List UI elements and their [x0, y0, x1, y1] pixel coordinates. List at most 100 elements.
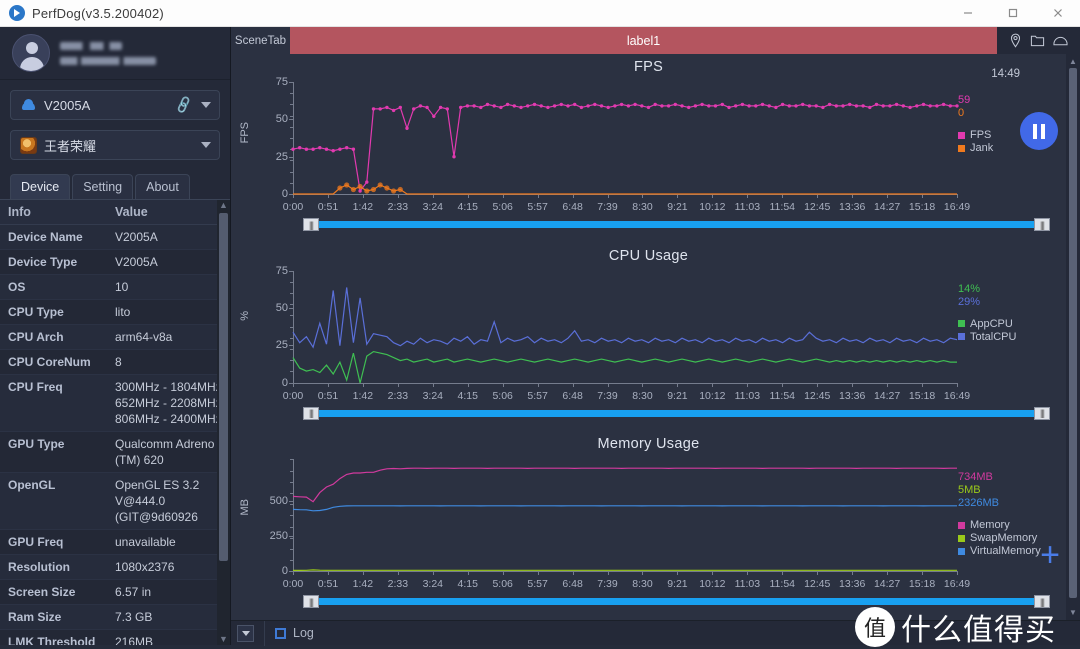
- series-point: [928, 104, 932, 108]
- device-select[interactable]: V2005A 🔗: [10, 90, 220, 120]
- series-point: [492, 104, 496, 108]
- device-info-table-wrap: Info Value Device Name V2005A Device Type V…: [0, 199, 230, 645]
- app-select-tail: [201, 142, 211, 148]
- log-checkbox[interactable]: [275, 627, 286, 639]
- table-cell-info: CPU CoreNum: [0, 349, 107, 375]
- add-chart-button[interactable]: +: [1040, 538, 1060, 572]
- maximize-button[interactable]: [990, 0, 1035, 27]
- scroll-up-arrow[interactable]: ▲: [219, 200, 228, 211]
- scrollbar-left-grip[interactable]: |||: [303, 218, 319, 231]
- log-label: Log: [293, 626, 314, 640]
- legend-value-memory: 734MB: [958, 471, 993, 484]
- scrollbar-left-grip[interactable]: |||: [303, 595, 319, 609]
- series-line-memory: [292, 467, 957, 503]
- scrollbar-right-grip[interactable]: |||: [1034, 595, 1050, 609]
- table-row[interactable]: Ram Size 7.3 GB: [0, 604, 230, 630]
- close-button[interactable]: [1035, 0, 1080, 27]
- series-point: [935, 104, 939, 108]
- device-info-rows: Device Name V2005A Device Type V2005A OS 10 CP…: [0, 224, 230, 645]
- table-row[interactable]: Screen Size 6.57 in: [0, 579, 230, 605]
- series-point: [298, 146, 302, 150]
- table-cell-info: CPU Arch: [0, 324, 107, 350]
- table-row[interactable]: OpenGL OpenGL ES 3.2 V@444.0 (GIT@9d60926: [0, 472, 230, 530]
- log-checkbox-row[interactable]: Log: [275, 626, 314, 640]
- series-point: [472, 104, 476, 108]
- series-point: [398, 105, 402, 110]
- legend-swatch: [958, 333, 965, 341]
- minimize-button[interactable]: [945, 0, 990, 27]
- series-point: [640, 104, 644, 108]
- sidebar-scrollbar[interactable]: ▲ ▼: [217, 200, 230, 645]
- table-row[interactable]: LMK Threshold 216MB: [0, 629, 230, 645]
- series-point: [941, 102, 946, 107]
- table-row[interactable]: CPU CoreNum 8: [0, 349, 230, 375]
- pause-button[interactable]: [1020, 112, 1058, 150]
- charts-scroll-down-arrow[interactable]: ▼: [1069, 608, 1077, 617]
- scrollbar-left-grip[interactable]: |||: [303, 406, 319, 420]
- label-tab[interactable]: label1: [290, 27, 997, 54]
- tab-device[interactable]: Device: [10, 174, 71, 199]
- user-profile[interactable]: [0, 27, 230, 80]
- series-point: [619, 102, 624, 107]
- charts-scrollbar[interactable]: ▲ ▼: [1066, 54, 1080, 620]
- table-row[interactable]: GPU Type Qualcomm Adreno (TM) 620: [0, 431, 230, 473]
- tab-about[interactable]: About: [135, 174, 190, 199]
- jank-point: [391, 188, 397, 194]
- app-select[interactable]: 王者荣耀: [10, 130, 220, 160]
- series-point: [485, 102, 490, 107]
- scrollbar-thumb[interactable]: [219, 213, 228, 561]
- scrollbar-fill[interactable]: [313, 598, 1040, 606]
- legend-swatch: [958, 521, 965, 529]
- chevron-down-icon[interactable]: [201, 102, 211, 108]
- jank-point: [370, 186, 377, 193]
- table-row[interactable]: Device Name V2005A: [0, 224, 230, 250]
- tab-setting[interactable]: Setting: [72, 174, 134, 199]
- usb-link-icon[interactable]: 🔗: [174, 95, 195, 116]
- charts-column: FPS FPS 0 25 50 75 0:00 0:51 1:42 2:33 3:24 4:15 5:0…: [231, 54, 1066, 620]
- chart-horizontal-scrollbar[interactable]: ||| |||: [303, 218, 1050, 231]
- chart-horizontal-scrollbar[interactable]: ||| |||: [303, 595, 1050, 609]
- series-point: [801, 102, 805, 107]
- charts-scroll-up-arrow[interactable]: ▲: [1069, 57, 1077, 66]
- scrollbar-fill[interactable]: [313, 221, 1040, 228]
- series-point: [378, 107, 382, 111]
- charts-scrollbar-thumb[interactable]: [1069, 68, 1077, 598]
- series-point: [552, 104, 557, 108]
- table-cell-value: 8: [107, 349, 230, 375]
- scrollbar-right-grip[interactable]: |||: [1034, 218, 1050, 231]
- chevron-down-icon[interactable]: [201, 142, 211, 148]
- table-cell-value: 7.3 GB: [107, 604, 230, 630]
- series-point: [894, 102, 899, 107]
- scrollbar-fill[interactable]: [313, 409, 1040, 417]
- series-point: [579, 105, 584, 110]
- chevron-down-icon: [241, 630, 250, 636]
- legend-item-memory[interactable]: Memory: [958, 519, 1058, 531]
- table-row[interactable]: Resolution 1080x2376: [0, 554, 230, 580]
- scroll-down-arrow[interactable]: ▼: [219, 634, 228, 645]
- series-point: [613, 104, 617, 108]
- scene-tab[interactable]: SceneTab: [231, 27, 290, 54]
- series-point: [888, 104, 892, 108]
- series-point: [774, 105, 778, 110]
- cloud-icon[interactable]: [1052, 33, 1069, 48]
- table-row[interactable]: CPU Arch arm64-v8a: [0, 324, 230, 350]
- series-point: [754, 104, 758, 108]
- legend-swatch: [958, 534, 965, 542]
- table-row[interactable]: OS 10: [0, 274, 230, 300]
- series-point: [814, 104, 818, 108]
- android-icon: [19, 98, 37, 113]
- legend-item-appcpu[interactable]: AppCPU: [958, 318, 1058, 330]
- scrollbar-right-grip[interactable]: |||: [1034, 406, 1050, 420]
- table-cell-info: LMK Threshold: [0, 629, 107, 645]
- legend-item-totalcpu[interactable]: TotalCPU: [958, 331, 1058, 343]
- table-row[interactable]: GPU Freq unavailable: [0, 529, 230, 555]
- series-point: [324, 147, 329, 151]
- table-row[interactable]: Device Type V2005A: [0, 249, 230, 275]
- table-row[interactable]: CPU Type lito: [0, 299, 230, 325]
- chart-horizontal-scrollbar[interactable]: ||| |||: [303, 406, 1050, 420]
- legend-swatch: [958, 144, 965, 152]
- table-row[interactable]: CPU Freq 300MHz - 1804MHz 652MHz - 2208MH…: [0, 374, 230, 432]
- folder-icon[interactable]: [1030, 33, 1045, 48]
- series-point: [734, 104, 738, 108]
- location-pin-icon[interactable]: [1008, 33, 1023, 48]
